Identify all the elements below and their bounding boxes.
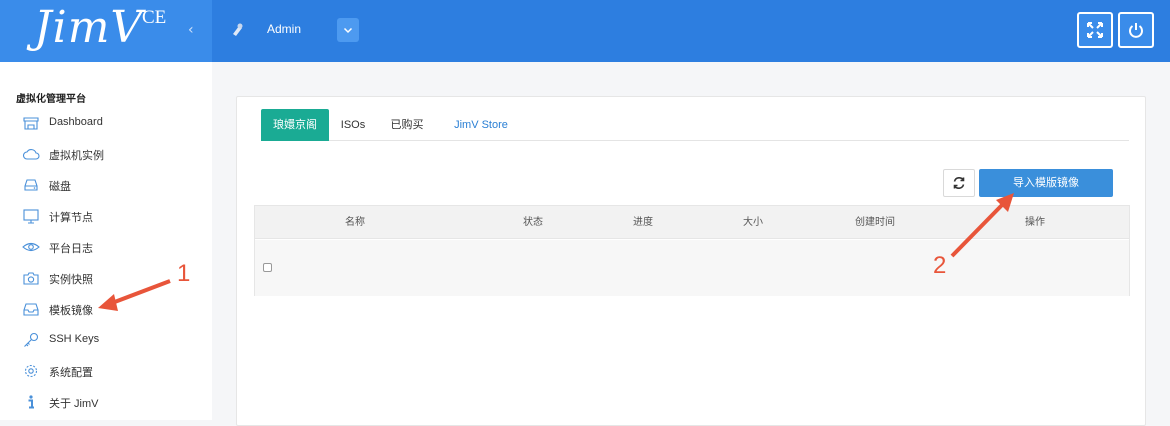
annotation-label-1: 1	[177, 260, 191, 287]
annotation-arrow-2	[950, 202, 1005, 258]
annotation-arrow-1	[111, 279, 171, 305]
annotation-arrowhead-1	[98, 294, 118, 311]
annotation-arrows	[98, 193, 1014, 311]
annotation-label-2: 2	[933, 252, 947, 279]
